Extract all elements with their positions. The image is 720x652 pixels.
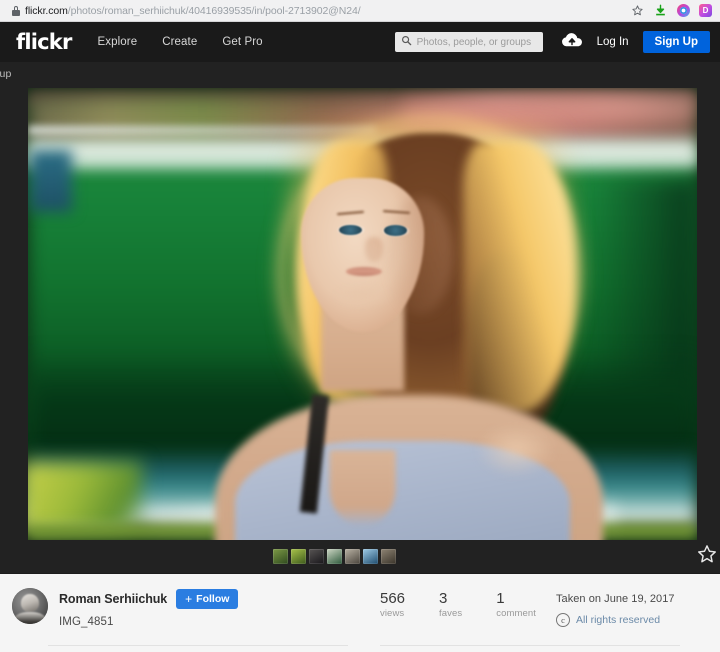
thumbnail-5[interactable] xyxy=(345,548,360,564)
owner-name[interactable]: Roman Serhiichuk xyxy=(59,592,167,606)
address-bar[interactable]: flickr.com/photos/roman_serhiichuk/40416… xyxy=(6,3,631,19)
signup-button[interactable]: Sign Up xyxy=(642,31,710,53)
faves-label: faves xyxy=(439,607,463,619)
comments-count: 1 xyxy=(496,590,505,607)
main-photo[interactable] xyxy=(28,88,697,540)
photo-stage xyxy=(0,86,720,573)
thumbnail-7[interactable] xyxy=(381,548,396,564)
views-label: views xyxy=(380,607,405,619)
stat-views: 566 views xyxy=(380,590,406,619)
comments-label: comment xyxy=(496,607,537,619)
browser-toolbar: flickr.com/photos/roman_serhiichuk/40416… xyxy=(0,0,720,22)
upload-cloud-icon[interactable] xyxy=(561,32,583,53)
copyright-icon: c xyxy=(556,613,570,627)
views-count: 566 xyxy=(380,590,406,607)
search-input[interactable] xyxy=(416,36,537,48)
breadcrumb[interactable]: roup xyxy=(0,68,11,80)
site-header: flickr Explore Create Get Pro Log In Sig… xyxy=(0,22,720,62)
license-row: c All rights reserved xyxy=(556,613,675,627)
divider-left xyxy=(48,645,348,646)
nav-item-get-pro[interactable]: Get Pro xyxy=(222,36,262,48)
url-text: flickr.com/photos/roman_serhiichuk/40416… xyxy=(25,3,361,19)
nav-item-create[interactable]: Create xyxy=(162,36,197,48)
url-host: flickr.com xyxy=(25,4,68,17)
thumbnail-4[interactable] xyxy=(327,548,342,564)
stat-faves: 3 faves xyxy=(439,590,463,619)
flickr-logo[interactable]: flickr xyxy=(16,30,72,54)
search-icon xyxy=(401,33,412,51)
extension-d-icon[interactable] xyxy=(699,4,712,17)
thumbnail-2[interactable] xyxy=(291,548,306,564)
photo-info-bar: Roman Serhiichuk + Follow IMG_4851 566 v… xyxy=(0,573,720,652)
owner-block: Roman Serhiichuk + Follow IMG_4851 xyxy=(12,588,239,628)
url-path: /photos/roman_serhiichuk/40416939535/in/… xyxy=(67,4,361,17)
follow-button[interactable]: + Follow xyxy=(176,589,239,609)
avatar[interactable] xyxy=(12,588,48,624)
star-outline-icon[interactable] xyxy=(631,4,645,18)
lock-icon xyxy=(12,5,20,16)
photo-canvas xyxy=(28,88,697,540)
follow-button-label: Follow xyxy=(196,593,230,605)
divider-right xyxy=(380,645,680,646)
photo-stats: 566 views 3 faves 1 comment xyxy=(380,590,537,619)
photo-subject xyxy=(28,88,697,540)
plus-icon: + xyxy=(185,592,193,606)
thumbnail-6[interactable] xyxy=(363,548,378,564)
photo-thumbnail-strip xyxy=(0,544,669,568)
stat-comments: 1 comment xyxy=(496,590,537,619)
license-link[interactable]: All rights reserved xyxy=(576,614,660,626)
taken-date-block: Taken on June 19, 2017 c All rights rese… xyxy=(556,593,675,627)
photo-title: IMG_4851 xyxy=(59,616,114,628)
extension-circle-icon[interactable] xyxy=(677,4,690,17)
favorite-star-icon[interactable] xyxy=(696,543,720,567)
header-right-group: Log In Sign Up xyxy=(394,31,720,53)
download-arrow-icon[interactable] xyxy=(654,4,668,18)
thumbnail-1[interactable] xyxy=(273,548,288,564)
search-box[interactable] xyxy=(394,32,543,52)
thumbnail-3[interactable] xyxy=(309,548,324,564)
faves-count: 3 xyxy=(439,590,448,607)
taken-on-text: Taken on June 19, 2017 xyxy=(556,593,675,605)
login-link[interactable]: Log In xyxy=(597,36,629,48)
browser-action-icons xyxy=(631,4,714,18)
breadcrumb-bar: roup xyxy=(0,62,720,86)
main-nav: Explore Create Get Pro xyxy=(98,36,263,48)
nav-item-explore[interactable]: Explore xyxy=(98,36,138,48)
